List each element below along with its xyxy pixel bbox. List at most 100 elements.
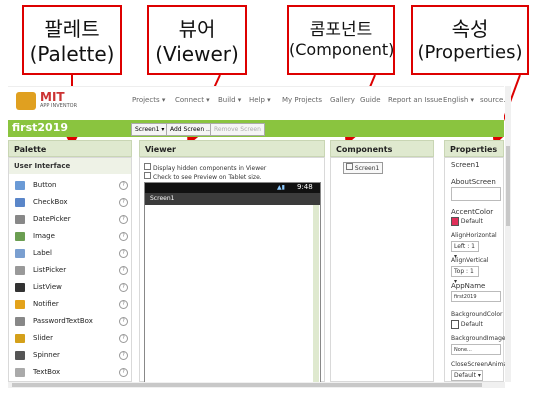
help-icon[interactable]: ? [119,334,128,343]
align-vertical-select[interactable]: Top : 1 ▾ [451,266,479,285]
notifier-icon [15,300,25,309]
properties-header: Properties [444,140,504,157]
callout-properties: 속성 (Properties) [411,5,529,75]
app-logo[interactable]: MIT APP INVENTOR [16,90,96,114]
close-screen-animation-label: CloseScreenAnima [451,361,508,368]
palette-header: Palette [8,140,132,157]
menu-help[interactable]: Help ▾ [249,96,271,104]
textbox-icon [15,368,25,377]
palette-category[interactable]: User Interface [9,158,131,174]
hidden-components-checkbox[interactable] [144,163,151,170]
phone-title-bar: Screen1 [145,193,320,205]
components-panel: Screen1 [330,157,434,382]
help-icon[interactable]: ? [119,300,128,309]
tablet-preview-label: Check to see Preview on Tablet size. [153,174,262,181]
about-screen-input[interactable] [451,187,501,201]
background-color-value: Default [460,321,483,328]
palette-item[interactable]: Label? [9,245,131,262]
screen-node-label: Screen1 [354,165,380,172]
palette-item[interactable]: TextBox? [9,364,131,381]
tablet-preview-option[interactable]: Check to see Preview on Tablet size. [144,172,262,181]
callout-viewer: 뷰어 (Viewer) [147,5,247,75]
menu-gallery[interactable]: Gallery [330,96,355,104]
background-image-input[interactable]: None... [451,344,501,355]
palette-item[interactable]: ListPicker? [9,262,131,279]
menu-my-projects[interactable]: My Projects [282,96,322,104]
properties-component: Screen1 [451,161,480,169]
menu-guide[interactable]: Guide [360,96,381,104]
page-vertical-scrollbar-thumb[interactable] [506,146,510,226]
palette-panel: User Interface Button? CheckBox? DatePicke… [8,157,132,382]
palette-item[interactable]: Spinner? [9,347,131,364]
help-icon[interactable]: ? [119,215,128,224]
datepicker-icon [15,215,25,224]
component-tree-screen1[interactable]: Screen1 [343,162,383,174]
logo-subtitle: APP INVENTOR [40,103,78,109]
hidden-components-label: Display hidden components in Viewer [153,165,267,172]
screen-title: Screen1 [150,195,175,202]
menu-build[interactable]: Build ▾ [218,96,241,104]
page-vertical-scrollbar[interactable] [505,86,511,382]
help-icon[interactable]: ? [119,181,128,190]
remove-screen-button[interactable]: Remove Screen [210,123,265,136]
palette-item[interactable]: ListView? [9,279,131,296]
screen-node-icon [346,163,353,170]
callout-viewer-korean: 뷰어 [178,17,216,41]
callout-palette: 팔레트 (Palette) [22,5,122,75]
image-icon [15,232,25,241]
help-icon[interactable]: ? [119,266,128,275]
page-horizontal-scrollbar[interactable] [8,382,505,388]
phone-scrollbar[interactable] [313,205,319,384]
spinner-icon [15,351,25,360]
callout-component-korean: 콤포넌트 [309,20,373,40]
tablet-preview-checkbox[interactable] [144,172,151,179]
help-icon[interactable]: ? [119,283,128,292]
help-icon[interactable]: ? [119,368,128,377]
accent-color-swatch [451,217,459,226]
palette-item[interactable]: DatePicker? [9,211,131,228]
help-icon[interactable]: ? [119,198,128,207]
menu-connect[interactable]: Connect ▾ [175,96,210,104]
menu-report-issue[interactable]: Report an Issue [388,96,442,104]
palette-item[interactable]: Slider? [9,330,131,347]
help-icon[interactable]: ? [119,317,128,326]
accent-color-picker[interactable]: Default [451,217,483,226]
help-icon[interactable]: ? [119,232,128,241]
align-horizontal-select[interactable]: Left : 1 ▾ [451,241,479,260]
help-icon[interactable]: ? [119,351,128,360]
app-name-input[interactable]: first2019 [451,291,501,302]
background-color-picker[interactable]: Default [451,320,483,329]
close-screen-animation-select[interactable]: Default ▾ [451,370,483,381]
palette-item-label: Label [33,249,52,257]
menu-language[interactable]: English ▾ [443,96,474,104]
palette-item[interactable]: Button? [9,177,131,194]
palette-item[interactable]: Image? [9,228,131,245]
page-horizontal-scrollbar-thumb[interactable] [12,383,482,387]
add-screen-button[interactable]: Add Screen ... [166,123,216,136]
palette-item-label: Notifier [33,300,59,308]
help-icon[interactable]: ? [119,249,128,258]
palette-item-label: PasswordTextBox [33,317,93,325]
status-time: 9:48 [297,183,313,191]
viewer-panel: Display hidden components in Viewer Chec… [139,157,325,385]
palette-item-label: ListView [33,283,62,291]
viewer-header: Viewer [139,140,325,157]
callout-component: 콤포넌트 (Component) [287,5,395,75]
password-icon [15,317,25,326]
align-horizontal-label: AlignHorizontal [451,232,497,239]
listview-icon [15,283,25,292]
callout-viewer-english: (Viewer) [155,42,239,66]
menu-projects[interactable]: Projects ▾ [132,96,165,104]
palette-item[interactable]: CheckBox? [9,194,131,211]
palette-item[interactable]: PasswordTextBox? [9,313,131,330]
background-color-label: BackgroundColor [451,311,503,318]
palette-item[interactable]: Notifier? [9,296,131,313]
background-color-swatch [451,320,459,329]
hidden-components-option[interactable]: Display hidden components in Viewer [144,163,266,172]
callout-component-english: (Component) [289,40,395,59]
accent-color-value: Default [460,218,483,225]
palette-item-label: Slider [33,334,53,342]
background-image-label: BackgroundImage [451,335,506,342]
screen-select[interactable]: Screen1 ▾ [131,123,169,136]
project-name: first2019 [12,121,68,134]
